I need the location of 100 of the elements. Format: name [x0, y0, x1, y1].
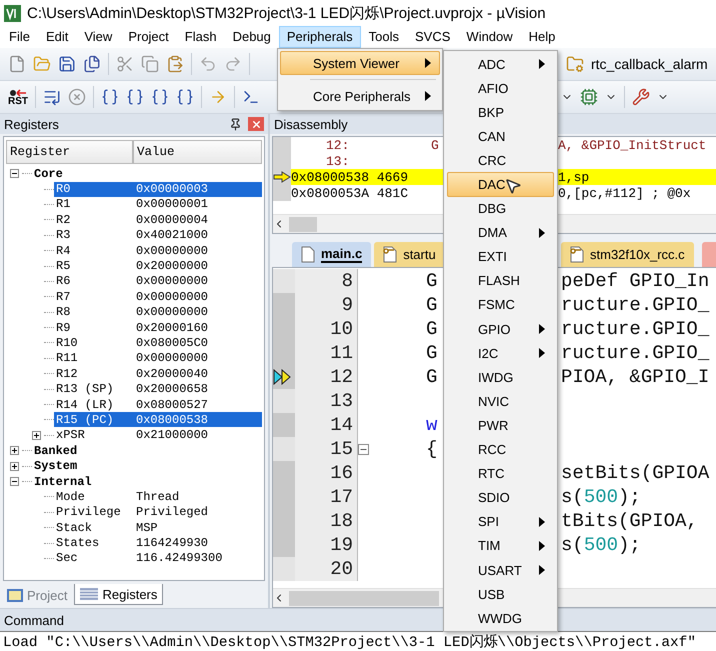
- menu-item[interactable]: PWR: [447, 413, 554, 438]
- register-row[interactable]: Mode Thread: [54, 489, 262, 504]
- register-row[interactable]: R3 0x40021000: [54, 228, 262, 243]
- register-row[interactable]: R13 (SP) 0x20000658: [54, 382, 262, 397]
- register-name: R2: [55, 212, 72, 227]
- menu-item[interactable]: EXTI: [447, 244, 554, 269]
- panel-tab[interactable]: Registers: [74, 584, 164, 605]
- target-function: rtc_callback_alarm: [591, 56, 708, 72]
- editor-tab[interactable]: main.c: [292, 242, 372, 267]
- code-text: G: [426, 366, 438, 388]
- register-row[interactable]: Core: [32, 166, 262, 182]
- menu-item[interactable]: DBG: [447, 196, 554, 221]
- menu-item[interactable]: File: [1, 26, 38, 48]
- menu-item[interactable]: SPI: [447, 510, 554, 534]
- register-row[interactable]: R2 0x00000004: [54, 212, 262, 228]
- register-row[interactable]: xPSR 0x21000000: [54, 428, 262, 443]
- register-name: Mode: [55, 490, 86, 504]
- menu-item[interactable]: Help: [520, 26, 564, 48]
- panel-title: Disassembly: [274, 116, 348, 132]
- code-text: G: [426, 270, 438, 292]
- register-name: Sec: [55, 551, 79, 566]
- register-row[interactable]: Sec 116.42499300: [54, 550, 262, 566]
- register-row[interactable]: R7 0x00000000: [54, 289, 262, 304]
- menu-item[interactable]: Core Peripherals: [280, 84, 440, 108]
- menu-item[interactable]: TIM: [447, 534, 554, 558]
- register-value: 0x20000000: [136, 259, 208, 274]
- menu-item[interactable]: USART: [447, 558, 554, 582]
- menu-item[interactable]: SDIO: [447, 486, 554, 510]
- menu-item[interactable]: CRC: [447, 148, 554, 172]
- register-row[interactable]: R12 0x20000040: [54, 366, 262, 382]
- register-row[interactable]: Stack MSP: [54, 520, 262, 536]
- register-row[interactable]: R14 (LR) 0x08000527: [54, 397, 262, 412]
- menu-item[interactable]: USB: [447, 582, 554, 606]
- register-row[interactable]: R0 0x00000003: [54, 182, 262, 197]
- register-value: 0x00000003: [136, 182, 208, 196]
- menu-item[interactable]: FSMC: [447, 292, 554, 318]
- menu-item[interactable]: BKP: [447, 100, 554, 124]
- menu-item[interactable]: RCC: [447, 438, 554, 462]
- menu-item[interactable]: Window: [458, 26, 521, 48]
- reset-button[interactable]: RST: [8, 88, 28, 106]
- menu-item[interactable]: FLASH: [447, 268, 554, 293]
- register-row[interactable]: Banked: [32, 443, 262, 458]
- menu-item[interactable]: Flash: [176, 26, 225, 48]
- register-name: States: [55, 536, 100, 550]
- register-row[interactable]: States 1164249930: [54, 536, 262, 551]
- menu-item[interactable]: System Viewer: [280, 51, 440, 75]
- register-value: 0x00000000: [136, 305, 208, 320]
- editor-tab[interactable]: stm32f10x_rcc.c: [561, 242, 694, 267]
- register-row[interactable]: R11 0x00000000: [54, 350, 262, 366]
- register-name: R3: [55, 228, 72, 242]
- menu-item[interactable]: DMA: [447, 220, 554, 245]
- menu-item[interactable]: Tools: [360, 26, 408, 48]
- register-row[interactable]: R1 0x00000001: [54, 196, 262, 212]
- register-row[interactable]: R15 (PC) 0x08000538: [54, 412, 262, 428]
- register-name: Internal: [33, 474, 93, 488]
- register-row[interactable]: R8 0x00000000: [54, 304, 262, 320]
- menu-item[interactable]: SVCS: [407, 26, 458, 48]
- column-header[interactable]: Register: [6, 140, 133, 164]
- menu-item[interactable]: View: [76, 26, 120, 48]
- menu-item[interactable]: ADC: [447, 52, 554, 76]
- menu-item[interactable]: Debug: [224, 26, 279, 48]
- code-text: ructure.GPIO_: [561, 342, 710, 364]
- register-name: R9: [55, 320, 72, 335]
- register-row[interactable]: R10 0x080005C0: [54, 335, 262, 350]
- code-text: G: [426, 318, 438, 340]
- line-number: 14: [295, 413, 357, 437]
- register-row[interactable]: R4 0x00000000: [54, 243, 262, 258]
- menu-item[interactable]: CAN: [447, 124, 554, 148]
- register-name: R13 (SP): [55, 382, 115, 396]
- register-value: 0x08000538: [136, 412, 208, 427]
- register-row[interactable]: Privilege Privileged: [54, 504, 262, 520]
- register-value: Privileged: [136, 505, 208, 520]
- menu-item[interactable]: GPIO: [447, 317, 554, 342]
- line-number: 17: [295, 485, 357, 509]
- register-name: R15 (PC): [55, 412, 115, 427]
- register-name: R1: [55, 197, 72, 212]
- menu-item[interactable]: DAC: [447, 172, 554, 197]
- code-text: peDef GPIO_In: [561, 270, 710, 292]
- code-text: w: [426, 414, 438, 436]
- register-row[interactable]: R6 0x00000000: [54, 274, 262, 289]
- menu-item[interactable]: NVIC: [447, 389, 554, 414]
- menu-item[interactable]: WWDG: [447, 606, 554, 630]
- menu-item[interactable]: IWDG: [447, 365, 554, 390]
- register-row[interactable]: R9 0x20000160: [54, 320, 262, 336]
- column-header[interactable]: Value: [133, 140, 262, 164]
- menu-item[interactable]: RTC: [447, 462, 554, 486]
- menu-item[interactable]: Edit: [38, 26, 76, 48]
- code-text: s(500);: [561, 486, 641, 508]
- panel-tab[interactable]: Project: [2, 585, 72, 605]
- register-row[interactable]: System: [32, 458, 262, 474]
- menu-item[interactable]: AFIO: [447, 76, 554, 100]
- register-row[interactable]: Internal: [32, 474, 262, 489]
- menu-item[interactable]: Peripherals: [278, 26, 361, 48]
- disassembly-label: 13:: [325, 154, 350, 168]
- register-row[interactable]: R5 0x20000000: [54, 258, 262, 274]
- disassembly-code: 1,sp: [558, 170, 590, 184]
- menu-item[interactable]: Project: [120, 26, 177, 48]
- menu-item[interactable]: I2C: [447, 341, 554, 366]
- editor-tab[interactable]: startu: [374, 242, 443, 267]
- register-name: R12: [55, 366, 79, 381]
